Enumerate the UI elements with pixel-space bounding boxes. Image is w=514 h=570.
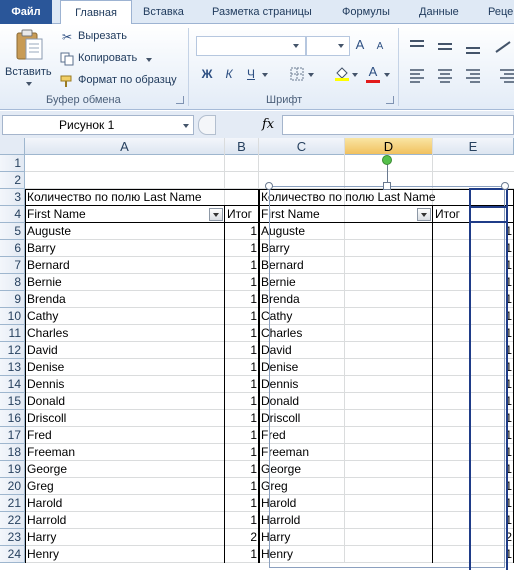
ribbon-tab-bar: Файл Главная Вставка Разметка страницы Ф…: [0, 0, 514, 26]
font-color-dropdown-arrow[interactable]: [384, 73, 390, 77]
row-header-16[interactable]: 16: [0, 410, 25, 427]
tab-insert[interactable]: Вставка: [143, 0, 184, 24]
row-header-8[interactable]: 8: [0, 274, 25, 291]
name-box-dropdown-arrow[interactable]: [183, 124, 189, 128]
row-header-24[interactable]: 24: [0, 546, 25, 563]
tab-home[interactable]: Главная: [60, 0, 132, 26]
column-header-a[interactable]: A: [25, 138, 225, 155]
paste-label[interactable]: Вставить: [5, 66, 52, 78]
font-group-label: Шрифт: [266, 94, 303, 106]
tab-review[interactable]: Рецензирование: [488, 0, 514, 24]
row-header-5[interactable]: 5: [0, 223, 25, 240]
font-dialog-launcher[interactable]: [386, 96, 394, 104]
row-header-13[interactable]: 13: [0, 359, 25, 376]
formula-bar-splitter[interactable]: [198, 115, 216, 135]
font-size-box[interactable]: [306, 36, 350, 56]
name-box-value: Рисунок 1: [59, 118, 115, 132]
row-header-14[interactable]: 14: [0, 376, 25, 393]
row-header-2[interactable]: 2: [0, 172, 25, 189]
column-header-e[interactable]: E: [433, 138, 514, 155]
pivot-left-column-divider: [224, 206, 225, 563]
tab-file[interactable]: Файл: [0, 0, 52, 24]
clipboard-group-label: Буфер обмена: [46, 94, 121, 106]
insert-function-button[interactable]: fx: [262, 117, 274, 132]
row-header-12[interactable]: 12: [0, 342, 25, 359]
scissors-icon: ✂: [61, 30, 73, 44]
borders-icon[interactable]: [290, 67, 304, 81]
row-header-17[interactable]: 17: [0, 427, 25, 444]
clipboard-dialog-launcher[interactable]: [176, 96, 184, 104]
row-header-4[interactable]: 4: [0, 206, 25, 223]
resize-handle-top-right[interactable]: [501, 182, 509, 190]
column-header-c[interactable]: C: [259, 138, 345, 155]
select-all-corner[interactable]: [0, 138, 25, 155]
tab-data[interactable]: Данные: [419, 0, 459, 24]
row-header-19[interactable]: 19: [0, 461, 25, 478]
row-header-1[interactable]: 1: [0, 155, 25, 172]
paste-dropdown-arrow[interactable]: [26, 82, 32, 86]
row-header-9[interactable]: 9: [0, 291, 25, 308]
formula-bar: Рисунок 1 fx: [0, 111, 514, 138]
format-painter-icon: [60, 74, 74, 88]
gridline-horizontal: [25, 171, 514, 172]
resize-handle-top-center[interactable]: [383, 182, 391, 190]
row-header-11[interactable]: 11: [0, 325, 25, 342]
paste-button[interactable]: [14, 28, 44, 62]
font-name-dropdown-arrow[interactable]: [293, 44, 299, 48]
formula-controls: fx: [196, 115, 280, 135]
selected-total-header-box: [469, 206, 508, 223]
fill-color-icon[interactable]: [334, 65, 349, 81]
cut-button[interactable]: Вырезать: [78, 30, 127, 42]
tab-page-layout[interactable]: Разметка страницы: [212, 0, 312, 24]
group-separator: [188, 28, 189, 106]
row-header-21[interactable]: 21: [0, 495, 25, 512]
formula-input[interactable]: [282, 115, 514, 135]
row-header-22[interactable]: 22: [0, 512, 25, 529]
ribbon: Вставить ✂ Вырезать Копировать Формат по…: [0, 24, 514, 110]
underline-button[interactable]: Ч: [244, 67, 258, 81]
copy-dropdown-arrow[interactable]: [146, 58, 152, 62]
borders-dropdown-arrow[interactable]: [308, 73, 314, 77]
font-name-box[interactable]: [196, 36, 306, 56]
row-header-10[interactable]: 10: [0, 308, 25, 325]
row-header-20[interactable]: 20: [0, 478, 25, 495]
rotate-handle[interactable]: [382, 155, 392, 165]
selected-total-column-highlight: [469, 188, 508, 570]
rotate-handle-stem: [387, 164, 388, 182]
clipboard-icon: [16, 29, 43, 60]
row-header-6[interactable]: 6: [0, 240, 25, 257]
vertical-align-buttons: [408, 38, 514, 56]
name-box[interactable]: Рисунок 1: [2, 115, 194, 135]
column-header-b[interactable]: B: [225, 138, 259, 155]
font-color-swatch: [366, 80, 380, 83]
underline-dropdown-arrow[interactable]: [262, 73, 268, 77]
format-painter-button[interactable]: Формат по образцу: [78, 74, 177, 86]
fill-color-dropdown-arrow[interactable]: [352, 73, 358, 77]
copy-button[interactable]: Копировать: [78, 52, 137, 64]
row-header-23[interactable]: 23: [0, 529, 25, 546]
row-header-18[interactable]: 18: [0, 444, 25, 461]
worksheet-grid[interactable]: ABCDE 1 2 3 4 5 6 7 8 9 10 11 12 13 14 15 16 17 18 19 20 21 2…: [0, 138, 514, 570]
row-header-7[interactable]: 7: [0, 257, 25, 274]
font-color-button[interactable]: A: [366, 65, 380, 79]
copy-icon: [60, 52, 74, 66]
grow-font-button[interactable]: A: [353, 38, 367, 52]
italic-button[interactable]: К: [222, 67, 236, 81]
resize-handle-top-left[interactable]: [265, 182, 273, 190]
shrink-font-button[interactable]: A: [373, 40, 387, 54]
horizontal-align-buttons: [408, 67, 514, 85]
row-header-15[interactable]: 15: [0, 393, 25, 410]
row-header-3[interactable]: 3: [0, 189, 25, 206]
bold-button[interactable]: Ж: [200, 67, 214, 81]
group-separator: [398, 28, 399, 106]
column-header-d[interactable]: D: [345, 138, 433, 155]
font-size-dropdown-arrow[interactable]: [338, 44, 344, 48]
tab-formulas[interactable]: Формулы: [342, 0, 390, 24]
